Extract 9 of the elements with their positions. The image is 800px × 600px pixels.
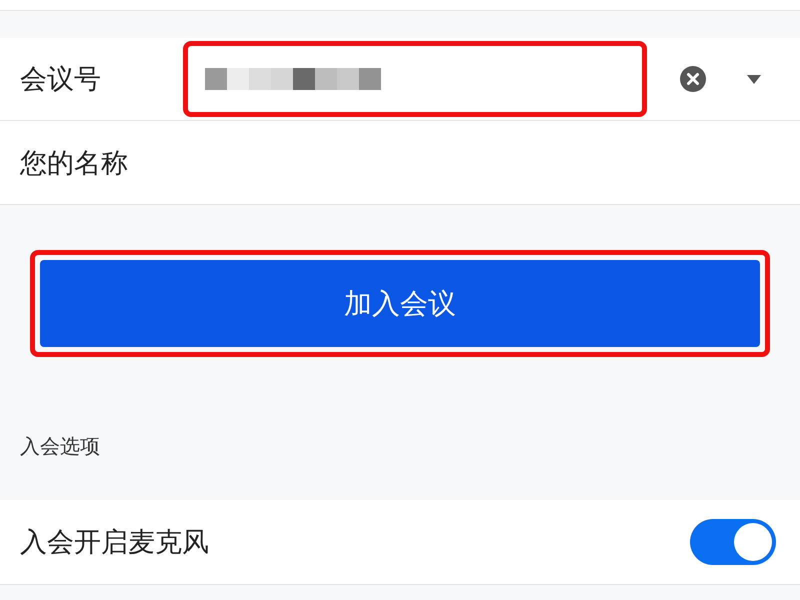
caret-icon[interactable]: [747, 74, 761, 84]
toggle-switch[interactable]: [690, 519, 776, 565]
name-field[interactable]: 您的名称: [0, 121, 800, 205]
option-label: 入会开启麦克风: [20, 526, 209, 560]
field-label: 您的名称: [20, 146, 128, 180]
clear-icon[interactable]: [679, 65, 707, 93]
field-label: 会议号: [20, 63, 101, 97]
section-title: 入会选项: [20, 433, 101, 460]
join-button[interactable]: 加入会议: [40, 260, 760, 347]
